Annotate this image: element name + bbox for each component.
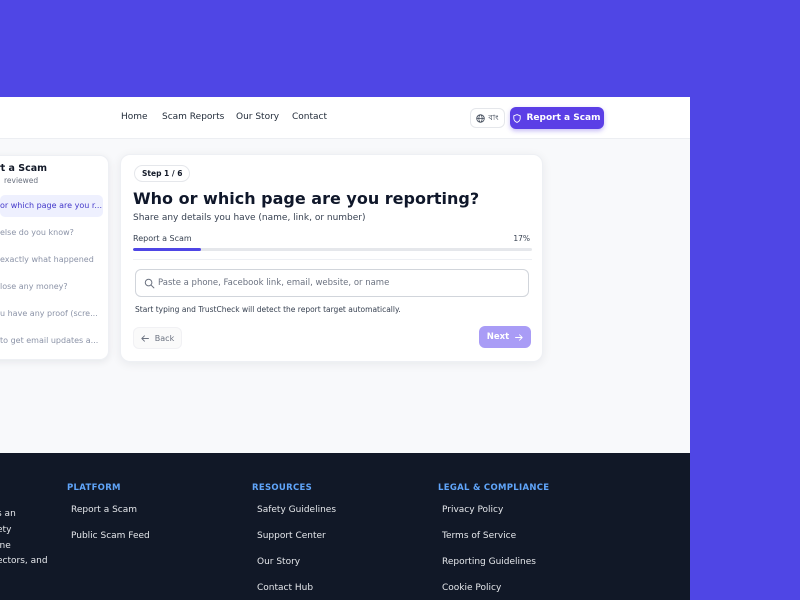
next-button-label: Next — [486, 332, 510, 342]
footer-brand-text: ety — [0, 525, 12, 535]
helper-text: Start typing and TrustCheck will detect … — [135, 305, 401, 314]
arrow-left-icon — [141, 334, 149, 342]
footer-link-report-scam[interactable]: Report a Scam — [71, 505, 137, 515]
step-item-label: or which page are you r... — [0, 201, 103, 210]
report-form-card: Step 1 / 6 Who or which page are you rep… — [120, 154, 543, 362]
app-page: Home Scam Reports Our Story Contact বাং … — [0, 97, 690, 600]
question-description: Share any details you have (name, link, … — [133, 213, 366, 223]
arrow-right-icon — [515, 333, 523, 341]
footer-link-cookie-policy[interactable]: Cookie Policy — [442, 583, 501, 593]
globe-icon — [476, 113, 486, 123]
step-item-1[interactable]: or which page are you r... — [0, 195, 103, 217]
footer-link-privacy-policy[interactable]: Privacy Policy — [442, 505, 503, 515]
footer-heading-platform: PLATFORM — [67, 483, 121, 493]
progress-bar-fill — [133, 248, 201, 251]
question-title: Who or which page are you reporting? — [133, 189, 480, 208]
back-button-label: Back — [154, 333, 175, 343]
language-label: বাং — [488, 112, 499, 122]
footer-link-safety-guidelines[interactable]: Safety Guidelines — [257, 505, 336, 515]
footer-link-our-story[interactable]: Our Story — [257, 557, 300, 567]
step-item-4[interactable]: lose any money? — [0, 276, 103, 298]
step-item-5[interactable]: u have any proof (scre... — [0, 303, 103, 325]
steps-subtitle: reviewed — [4, 176, 39, 185]
footer-brand-text: s an — [0, 509, 16, 519]
back-button[interactable]: Back — [133, 327, 182, 349]
step-item-2[interactable]: else do you know? — [0, 222, 103, 244]
footer-link-support-center[interactable]: Support Center — [257, 531, 326, 541]
language-toggle-button[interactable]: বাং — [470, 108, 505, 128]
nav-home-link[interactable]: Home — [121, 112, 148, 122]
step-item-label: exactly what happened — [0, 255, 94, 264]
steps-title: rt a Scam — [0, 163, 48, 174]
footer-heading-legal: LEGAL & COMPLIANCE — [438, 483, 550, 493]
divider — [133, 259, 532, 260]
footer-brand-text: ectors, and — [0, 556, 48, 566]
step-badge: Step 1 / 6 — [134, 165, 191, 182]
step-item-3[interactable]: exactly what happened — [0, 249, 103, 271]
footer-link-reporting-guidelines[interactable]: Reporting Guidelines — [442, 557, 536, 567]
step-item-label: u have any proof (scre... — [0, 309, 98, 318]
nav-contact-link[interactable]: Contact — [292, 112, 327, 122]
report-scam-button-label: Report a Scam — [526, 113, 601, 123]
footer-heading-resources: RESOURCES — [252, 483, 313, 493]
step-item-6[interactable]: to get email updates a... — [0, 330, 103, 352]
progress-bar — [133, 248, 532, 251]
footer-link-contact-hub[interactable]: Contact Hub — [257, 583, 313, 593]
site-footer: s an ety ine ectors, and PLATFORM Report… — [0, 453, 690, 600]
progress-percent: 17% — [513, 234, 530, 243]
footer-link-terms-of-service[interactable]: Terms of Service — [442, 531, 516, 541]
report-target-field — [135, 269, 529, 297]
search-icon — [144, 278, 155, 289]
shield-icon — [513, 113, 522, 123]
footer-link-public-scam-feed[interactable]: Public Scam Feed — [71, 531, 150, 541]
next-button[interactable]: Next — [479, 326, 531, 348]
footer-brand-text: ine — [0, 541, 11, 551]
top-navbar: Home Scam Reports Our Story Contact বাং … — [0, 97, 690, 139]
step-item-label: to get email updates a... — [0, 336, 99, 345]
nav-our-story-link[interactable]: Our Story — [236, 112, 279, 122]
progress-label: Report a Scam — [133, 234, 192, 243]
nav-scam-reports-link[interactable]: Scam Reports — [162, 112, 224, 122]
report-scam-button[interactable]: Report a Scam — [510, 107, 604, 129]
step-item-label: else do you know? — [0, 228, 74, 237]
report-target-input[interactable] — [158, 270, 523, 296]
step-item-label: lose any money? — [0, 282, 68, 291]
